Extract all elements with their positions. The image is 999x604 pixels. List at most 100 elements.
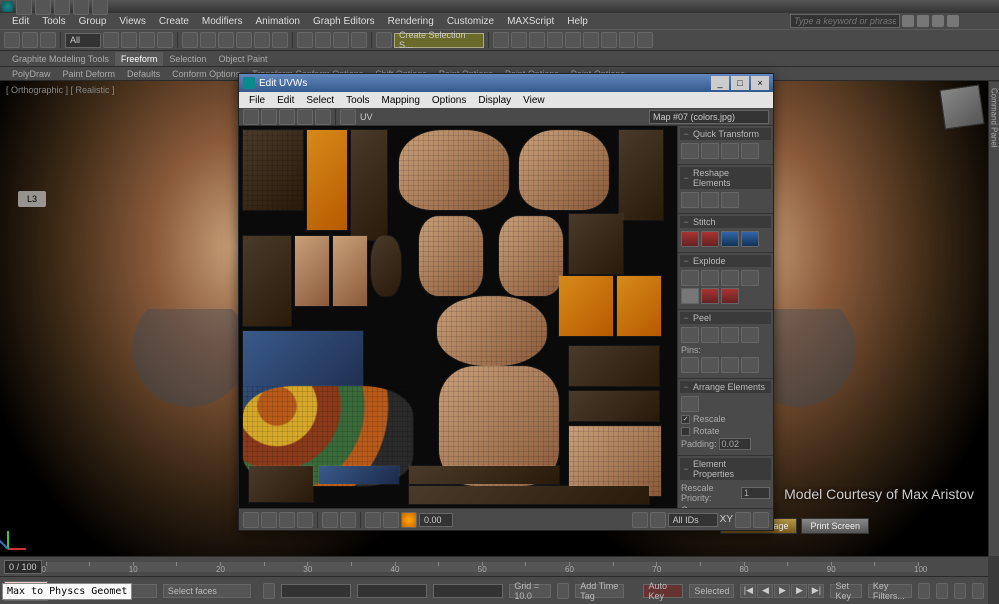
percent-snap-icon[interactable] <box>333 32 349 48</box>
rotate-checkbox[interactable] <box>681 427 690 436</box>
uvw-zoom-icon[interactable] <box>632 512 648 528</box>
peel-reset-icon[interactable] <box>721 327 739 343</box>
uvw-menu-options[interactable]: Options <box>426 94 472 107</box>
uvw-menu-tools[interactable]: Tools <box>340 94 375 107</box>
uvw-freeform-icon[interactable] <box>297 109 313 125</box>
stitch-2-icon[interactable] <box>701 231 719 247</box>
explode-1-icon[interactable] <box>681 270 699 286</box>
unlink-icon[interactable] <box>22 32 38 48</box>
uvw-paint-sel-icon[interactable] <box>340 512 356 528</box>
uvw-menu-display[interactable]: Display <box>472 94 517 107</box>
autokey-button[interactable]: Auto Key <box>643 584 683 598</box>
refcoord-icon[interactable] <box>236 32 252 48</box>
qa-new-icon[interactable] <box>16 0 32 15</box>
qt-rotate-cw-icon[interactable] <box>741 143 759 159</box>
material-editor-icon[interactable] <box>583 32 599 48</box>
nav-pan-icon[interactable] <box>918 583 930 599</box>
align-icon[interactable] <box>511 32 527 48</box>
named-selset-icon[interactable] <box>376 32 392 48</box>
angle-snap-icon[interactable] <box>315 32 331 48</box>
next-frame-icon[interactable]: ▶ <box>791 584 807 598</box>
arrange-pack-icon[interactable] <box>681 396 699 412</box>
uvw-menu-view[interactable]: View <box>517 94 551 107</box>
menu-maxscript[interactable]: MAXScript <box>501 15 560 28</box>
select-name-icon[interactable] <box>121 32 137 48</box>
uvw-mirror-icon[interactable] <box>315 109 331 125</box>
explode-3-icon[interactable] <box>721 270 739 286</box>
lock-selection-icon[interactable] <box>263 583 275 599</box>
print-screen-button[interactable]: Print Screen <box>801 518 869 534</box>
render-icon[interactable] <box>637 32 653 48</box>
rollout-explode[interactable]: Explode <box>680 255 771 267</box>
window-crossing-icon[interactable] <box>157 32 173 48</box>
qt-align-v-icon[interactable] <box>701 143 719 159</box>
keyfilters-button[interactable]: Key Filters... <box>868 584 912 598</box>
ribbon-tab-object-paint[interactable]: Object Paint <box>212 52 273 66</box>
uvw-pan-icon[interactable] <box>650 512 666 528</box>
panel-polydraw[interactable]: PolyDraw <box>6 68 57 80</box>
command-panel-collapsed[interactable]: Command Panel <box>988 82 999 556</box>
selection-filter-combo[interactable]: All <box>65 33 101 48</box>
pin-all-icon[interactable] <box>721 357 739 373</box>
rollout-peel[interactable]: Peel <box>680 312 771 324</box>
panel-conform[interactable]: Conform Options <box>166 68 246 80</box>
uvw-sel-element-icon[interactable] <box>297 512 313 528</box>
menu-views[interactable]: Views <box>113 15 152 28</box>
help-search-input[interactable] <box>790 14 900 28</box>
ribbon-tab-freeform[interactable]: Freeform <box>115 52 164 66</box>
scale-icon[interactable] <box>218 32 234 48</box>
help-icon[interactable] <box>947 15 959 27</box>
rollout-reshape[interactable]: Reshape Elements <box>680 167 771 189</box>
mirror-icon[interactable] <box>493 32 509 48</box>
frame-indicator[interactable]: 0 / 100 <box>4 560 42 574</box>
pivot-icon[interactable] <box>254 32 270 48</box>
schematic-icon[interactable] <box>565 32 581 48</box>
uvw-soft-sel-icon[interactable] <box>322 512 338 528</box>
reshape-relax-icon[interactable] <box>701 192 719 208</box>
minimize-icon[interactable]: _ <box>711 76 729 90</box>
explode-4-icon[interactable] <box>741 270 759 286</box>
favorites-icon[interactable] <box>932 15 944 27</box>
time-slider[interactable]: 0 / 100 0102030405060708090100 <box>0 556 988 576</box>
qa-redo-icon[interactable] <box>92 0 108 15</box>
viewport-label[interactable]: [ Orthographic ] [ Realistic ] <box>6 85 115 95</box>
manipulate-icon[interactable] <box>272 32 288 48</box>
uvw-brush-icon[interactable] <box>401 512 417 528</box>
edit-uvws-window[interactable]: Edit UVWs _ □ × File Edit Select Tools M… <box>238 73 774 531</box>
play-icon[interactable]: ▶ <box>774 584 790 598</box>
curve-editor-icon[interactable] <box>547 32 563 48</box>
select-region-icon[interactable] <box>139 32 155 48</box>
pin-remove-icon[interactable] <box>701 357 719 373</box>
explode-break-icon[interactable] <box>721 288 739 304</box>
timeline-track[interactable]: 0102030405060708090100 <box>46 562 918 572</box>
render-frame-icon[interactable] <box>619 32 635 48</box>
link-icon[interactable] <box>4 32 20 48</box>
pin-add-icon[interactable] <box>681 357 699 373</box>
peel-mode-icon[interactable] <box>701 327 719 343</box>
menu-customize[interactable]: Customize <box>441 15 500 28</box>
setkey-button[interactable]: Set Key <box>830 584 861 598</box>
uvw-spin[interactable]: 0.00 <box>419 513 453 527</box>
nav-orbit-icon[interactable] <box>954 583 966 599</box>
qt-align-h-icon[interactable] <box>681 143 699 159</box>
named-selection-combo[interactable]: Create Selection S... <box>394 33 484 48</box>
goto-start-icon[interactable]: |◀ <box>740 584 756 598</box>
viewcube[interactable] <box>939 84 984 129</box>
uvw-move-icon[interactable] <box>243 109 259 125</box>
maximize-icon[interactable]: □ <box>731 76 749 90</box>
key-filter-combo[interactable]: Selected <box>689 584 734 598</box>
move-icon[interactable] <box>182 32 198 48</box>
y-coord-input[interactable] <box>357 584 427 598</box>
stitch-4-icon[interactable] <box>741 231 759 247</box>
menu-group[interactable]: Group <box>73 15 113 28</box>
peel-quick-icon[interactable] <box>681 327 699 343</box>
menu-tools[interactable]: Tools <box>36 15 71 28</box>
stitch-3-icon[interactable] <box>721 231 739 247</box>
search-icon[interactable] <box>902 15 914 27</box>
uvw-grid-icon[interactable] <box>365 512 381 528</box>
uvw-ids-combo[interactable]: All IDs <box>668 513 718 527</box>
qa-open-icon[interactable] <box>35 0 51 15</box>
snap-icon[interactable] <box>297 32 313 48</box>
uvw-titlebar[interactable]: Edit UVWs _ □ × <box>239 74 773 92</box>
rollout-arrange[interactable]: Arrange Elements <box>680 381 771 393</box>
